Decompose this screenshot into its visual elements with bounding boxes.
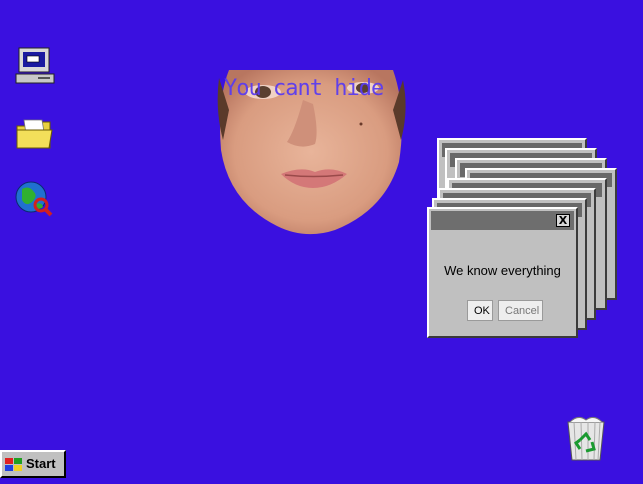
close-button[interactable]: X [556,214,570,227]
start-label: Start [26,456,56,471]
folder-icon[interactable] [14,114,54,154]
ok-button[interactable]: OK [467,300,493,321]
message-dialog: X We know everything OK Cancel [427,207,578,338]
cancel-button[interactable]: Cancel [498,300,543,321]
internet-explorer-icon[interactable] [14,180,54,220]
windows-logo-icon [5,458,22,471]
start-button[interactable]: Start [0,450,66,478]
my-computer-icon[interactable] [14,46,55,86]
dialog-message: We know everything [444,263,561,278]
recycle-bin-icon[interactable] [564,416,608,464]
dialog-title-bar[interactable]: X [431,211,574,230]
overlay-text: You cant hide [224,76,384,101]
